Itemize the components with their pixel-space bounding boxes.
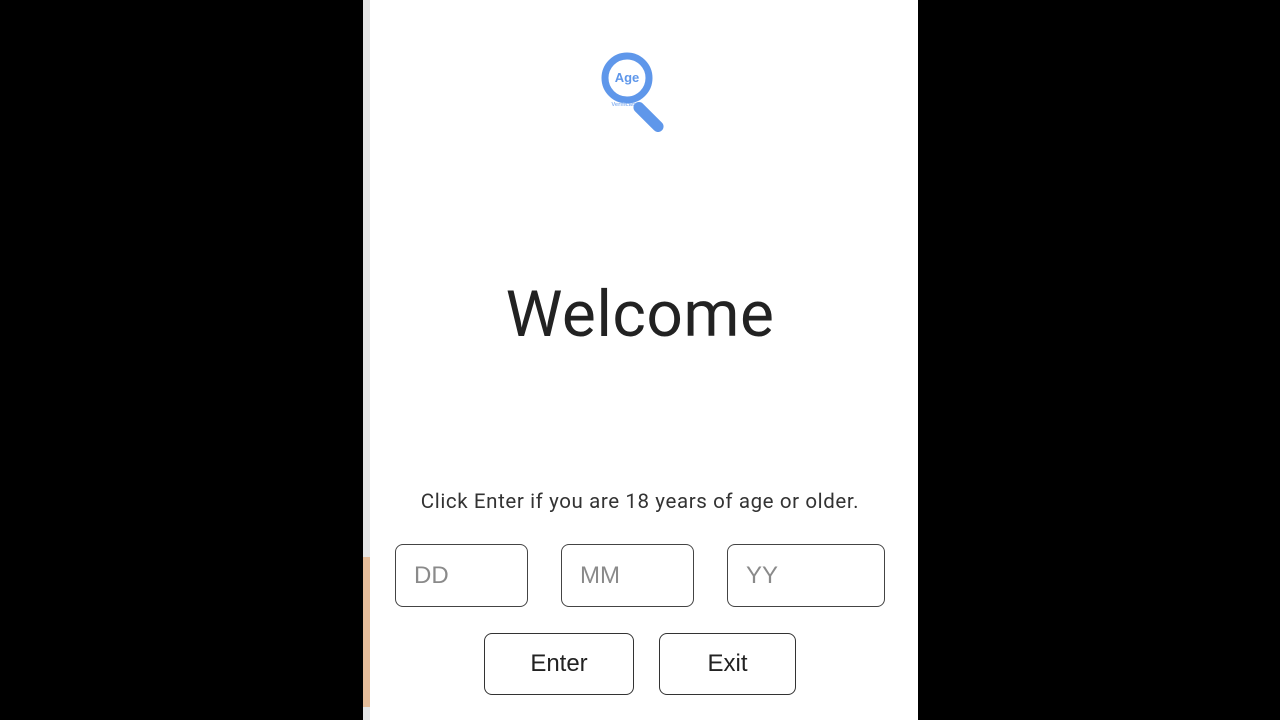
- date-of-birth-row: [363, 544, 918, 607]
- age-verification-modal: Age Verification Welcome Click Enter if …: [363, 0, 918, 720]
- instruction-text: Click Enter if you are 18 years of age o…: [421, 490, 859, 514]
- welcome-heading: Welcome: [506, 277, 775, 352]
- action-buttons: Enter Exit: [484, 633, 796, 695]
- enter-button[interactable]: Enter: [484, 633, 634, 695]
- logo: Age Verification: [600, 52, 680, 132]
- year-input[interactable]: [727, 544, 885, 607]
- month-input[interactable]: [561, 544, 694, 607]
- day-input[interactable]: [395, 544, 528, 607]
- exit-button[interactable]: Exit: [659, 633, 796, 695]
- logo-top-text: Age: [615, 70, 640, 85]
- left-edge-decoration: [363, 0, 370, 720]
- age-verification-icon: Age Verification: [600, 52, 680, 132]
